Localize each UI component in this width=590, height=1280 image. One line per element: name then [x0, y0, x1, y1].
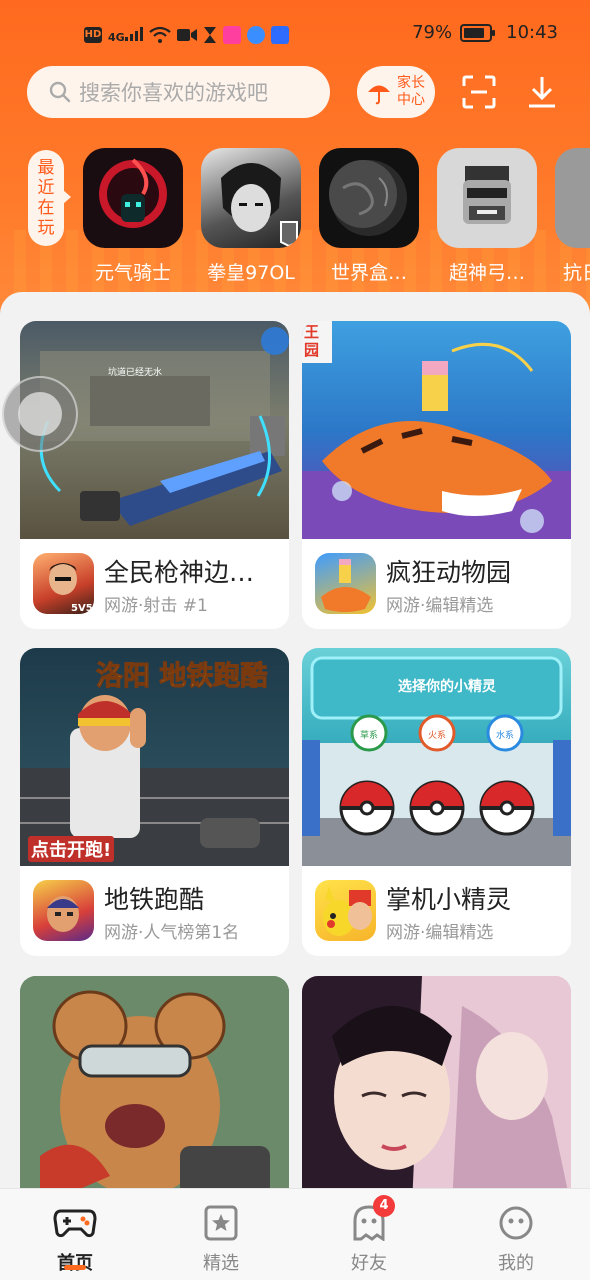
profile-face-icon: [494, 1203, 538, 1243]
banner-caption: 选择你的小精灵: [398, 679, 496, 695]
type-choice-water: 水系: [495, 731, 514, 741]
soul-knight-icon: [83, 148, 183, 248]
download-button[interactable]: [520, 70, 564, 114]
partial-game-icon: [555, 148, 590, 248]
recent-playing-tag: 最 近 在 玩: [28, 150, 71, 246]
recent-game-name: 元气骑士: [94, 262, 171, 284]
banner-tagline: 点击开跑!: [28, 836, 115, 862]
game-title: 全民枪神边…: [104, 558, 255, 587]
banner-caption: 坑道已经无水: [108, 368, 163, 378]
game-card[interactable]: 选择你的小精灵 草系 火系 水系 掌机小精灵 网游·编辑精选: [302, 648, 571, 956]
video-icon: [176, 29, 197, 41]
star-bookmark-icon: [199, 1203, 243, 1243]
signal-4g-icon: 4G: [108, 26, 143, 44]
game-card[interactable]: 王园 疯狂动物园 网游·编辑精选: [302, 321, 571, 629]
recent-game-name: 抗日: [563, 262, 590, 284]
ghost-friends-icon: 4: [347, 1195, 395, 1243]
scan-icon: [462, 75, 496, 109]
game-banner: [302, 976, 571, 1206]
banner-title-text: 洛阳 地铁跑酷: [95, 661, 268, 693]
game-title: 地铁跑酷: [104, 885, 205, 914]
game-subtitle: 网游·射击 #1: [104, 596, 208, 616]
game-card[interactable]: 坑道已经无水 5V5 全民枪神边… 网游·射击 #1: [20, 321, 289, 629]
tab-friends[interactable]: 4 好友: [324, 1195, 414, 1275]
game-subtitle: 网游·编辑精选: [386, 923, 494, 943]
tab-profile[interactable]: 我的: [471, 1203, 561, 1275]
kof97ol-icon: [201, 148, 301, 248]
recent-game-name: 超神弓…: [448, 262, 525, 284]
game-title: 掌机小精灵: [386, 885, 512, 914]
parent-center-label-2: 中心: [397, 92, 425, 108]
tab-featured-label: 精选: [203, 1253, 239, 1274]
recent-game-name: 世界盒…: [330, 262, 407, 284]
recent-game-worldbox[interactable]: 世界盒…: [319, 148, 419, 285]
game-card[interactable]: [302, 976, 571, 1206]
parent-center-button[interactable]: 家长 中心: [357, 66, 435, 118]
game-title: 疯狂动物园: [386, 558, 512, 587]
type-choice-fire: 火系: [427, 731, 446, 741]
arrow-app-icon: [270, 26, 289, 44]
archer-icon: [437, 148, 537, 248]
floating-assist-button[interactable]: [2, 376, 78, 452]
download-icon: [529, 77, 555, 108]
svg-text:5V5: 5V5: [71, 603, 93, 614]
game-app-icon: [315, 880, 376, 941]
tab-home-label: 首页: [57, 1253, 93, 1274]
recent-game-kof97ol[interactable]: 拳皇97OL: [201, 148, 301, 285]
game-banner: 洛阳 地铁跑酷 点击开跑!: [20, 648, 289, 866]
search-placeholder: 搜索你喜欢的游戏吧: [79, 81, 268, 105]
wifi-icon: [149, 26, 171, 43]
bottom-navigation: 首页 精选 4 好友 我的: [0, 1188, 590, 1280]
type-choice-grass: 草系: [359, 731, 378, 741]
clock: 10:43: [506, 22, 558, 43]
game-app-icon: [33, 880, 94, 941]
battery-icon: [460, 23, 496, 42]
app-notification-icon: [222, 26, 241, 44]
game-banner: [20, 976, 289, 1206]
gamepad-icon: [53, 1203, 97, 1243]
banner-caption: 王园: [304, 323, 320, 359]
tab-profile-label: 我的: [498, 1253, 534, 1274]
game-card[interactable]: 洛阳 地铁跑酷 点击开跑! 地铁跑酷 网游·人气榜第1名: [20, 648, 289, 956]
recent-game-partial[interactable]: 抗日: [555, 148, 590, 285]
game-card[interactable]: [20, 976, 289, 1206]
game-app-icon: [315, 553, 376, 614]
active-tab-indicator: [64, 1265, 86, 1270]
parent-center-label-1: 家长: [397, 75, 425, 91]
friends-badge: 4: [373, 1195, 395, 1217]
umbrella-icon: [368, 85, 390, 105]
hd-icon: HD: [84, 27, 102, 43]
search-input[interactable]: 搜索你喜欢的游戏吧: [27, 66, 330, 118]
music-icon: [246, 26, 265, 44]
game-subtitle: 网游·人气榜第1名: [104, 923, 240, 943]
hourglass-icon: [203, 27, 216, 43]
scan-button[interactable]: [457, 70, 501, 114]
battery-percent: 79%: [412, 22, 453, 43]
recent-game-soul-knight[interactable]: 元气骑士: [83, 148, 183, 285]
search-icon: [49, 81, 71, 103]
tab-friends-label: 好友: [351, 1253, 387, 1274]
game-subtitle: 网游·编辑精选: [386, 596, 494, 616]
tab-home[interactable]: 首页: [30, 1203, 120, 1275]
worldbox-icon: [319, 148, 419, 248]
status-bar: HD 4G 79% 10:43: [0, 0, 590, 66]
recent-game-archer[interactable]: 超神弓…: [437, 148, 537, 285]
game-banner: 王园: [302, 321, 571, 539]
recent-game-name: 拳皇97OL: [207, 262, 295, 284]
game-app-icon: 5V5: [33, 553, 94, 614]
game-banner: 选择你的小精灵 草系 火系 水系: [302, 648, 571, 866]
tab-featured[interactable]: 精选: [176, 1203, 266, 1275]
